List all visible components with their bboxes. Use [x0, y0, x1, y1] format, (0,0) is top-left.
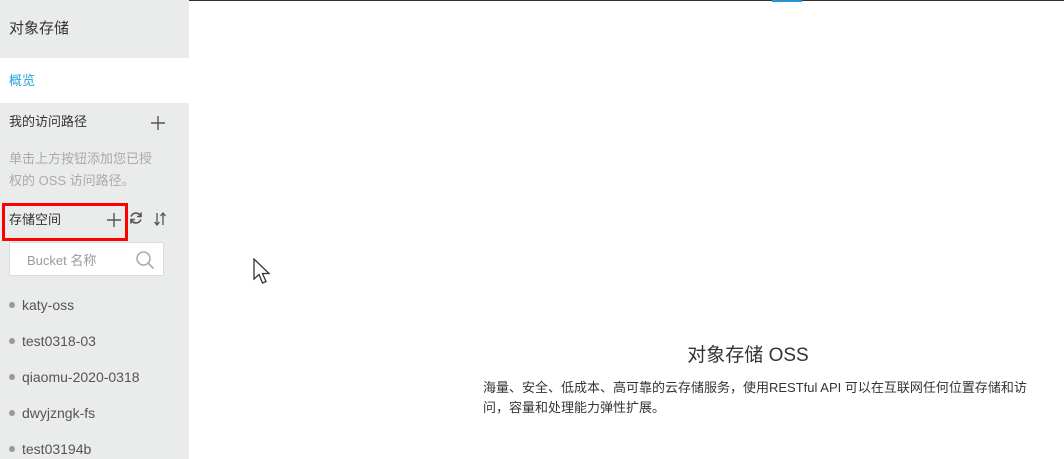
sidebar-title: 对象存储: [9, 20, 70, 37]
bucket-item[interactable]: test03194b: [0, 431, 189, 459]
access-paths-label: 我的访问路径: [9, 114, 88, 129]
plus-icon: [151, 116, 165, 130]
bucket-name: test03194b: [22, 441, 92, 457]
sort-icon: [154, 211, 166, 227]
bullet-icon: [9, 302, 15, 308]
plus-icon: [107, 213, 121, 227]
refresh-buckets-button[interactable]: [129, 211, 143, 230]
bucket-item[interactable]: katy-oss: [0, 287, 189, 323]
add-bucket-button[interactable]: [107, 202, 121, 236]
sidebar: 对象存储 概览 我的访问路径 单击上方按钮添加您已授权的 OSS 访问路径。 存…: [0, 0, 189, 459]
access-paths-header: 我的访问路径: [0, 103, 189, 141]
bucket-item[interactable]: dwyjzngk-fs: [0, 395, 189, 431]
bucket-search: [9, 242, 164, 277]
add-access-path-button[interactable]: [151, 103, 165, 141]
buckets-header: 存储空间: [0, 202, 189, 241]
page-description: 海量、安全、低成本、高可靠的云存储服务，使用RESTful API 可以在互联网…: [483, 380, 1027, 415]
sidebar-item-overview[interactable]: 概览: [0, 58, 189, 103]
page-title: 对象存储 OSS: [687, 345, 809, 366]
bucket-item[interactable]: qiaomu-2020-0318: [0, 359, 189, 395]
sort-buckets-button[interactable]: [153, 211, 167, 231]
bucket-search-input[interactable]: [10, 243, 149, 277]
top-border: [189, 0, 1064, 1]
search-icon: [136, 251, 155, 270]
bullet-icon: [9, 374, 15, 380]
bucket-name: dwyjzngk-fs: [22, 405, 96, 421]
active-tab-indicator: [772, 0, 802, 2]
bucket-list: katy-oss test0318-03 qiaomu-2020-0318 dw…: [0, 287, 189, 459]
bullet-icon: [9, 338, 15, 344]
mouse-cursor-icon: [253, 257, 273, 291]
access-paths-hint: 单击上方按钮添加您已授权的 OSS 访问路径。: [9, 151, 153, 188]
bullet-icon: [9, 446, 15, 452]
search-button[interactable]: [135, 250, 155, 275]
bucket-name: katy-oss: [22, 297, 75, 313]
bucket-item[interactable]: test0318-03: [0, 323, 189, 359]
bucket-name: test0318-03: [22, 333, 96, 349]
bucket-name: qiaomu-2020-0318: [22, 369, 140, 385]
bullet-icon: [9, 410, 15, 416]
refresh-icon: [130, 212, 142, 224]
